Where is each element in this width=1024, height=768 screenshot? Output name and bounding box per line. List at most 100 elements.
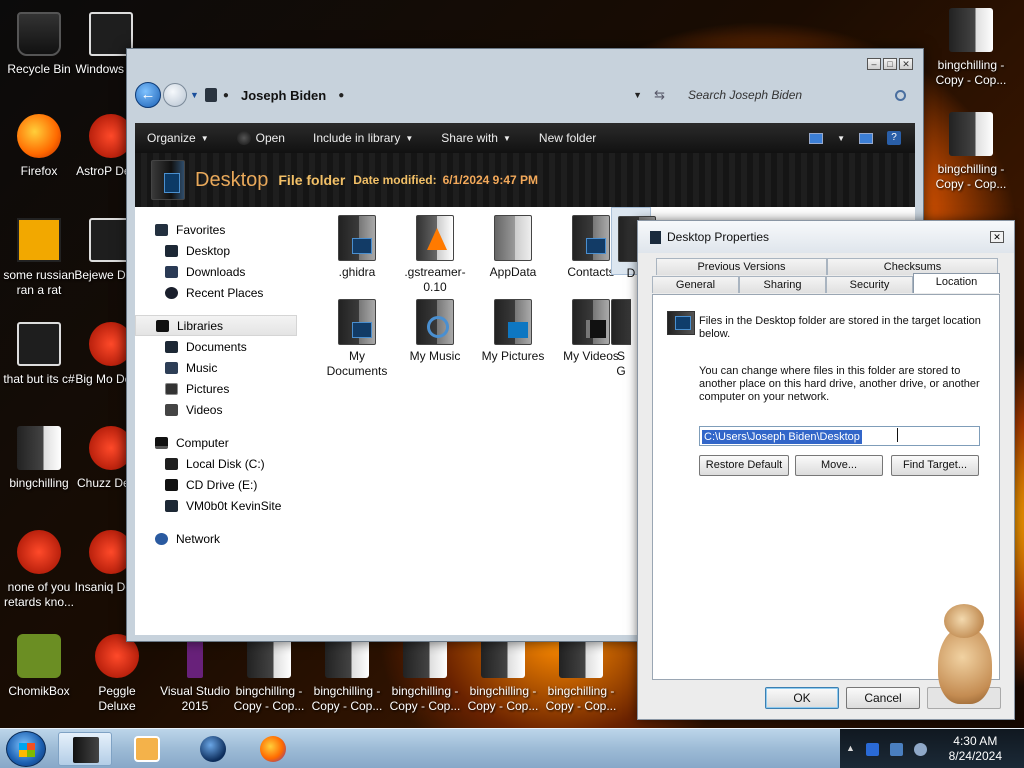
tab-security[interactable]: Security <box>826 276 913 293</box>
breadcrumb-chevron-icon[interactable]: ● <box>223 90 229 101</box>
include-in-library-button[interactable]: Include in library ▼ <box>313 131 413 145</box>
search-input[interactable]: Search Joseph Biden <box>681 84 913 106</box>
nav-label: Computer <box>176 435 229 450</box>
nav-music[interactable]: Music <box>135 357 297 378</box>
tab-general[interactable]: General <box>652 276 739 293</box>
nav-favorites[interactable]: Favorites <box>135 219 297 240</box>
desktop-icon-bingchilling-copy-1[interactable]: bingchilling - Copy - Cop... <box>230 634 308 714</box>
help-icon[interactable]: ? <box>887 131 901 145</box>
file-item[interactable]: My Music <box>397 291 473 364</box>
share-with-button[interactable]: Share with ▼ <box>441 131 511 145</box>
taskbar-explorer-button[interactable] <box>58 732 112 766</box>
desktop-icon-russian-rat[interactable]: some russian ran a rat <box>0 218 78 298</box>
documents-folder-icon <box>338 299 376 345</box>
folder-icon <box>338 215 376 261</box>
desktop-icon-chomikbox[interactable]: ChomikBox <box>0 634 78 699</box>
nav-computer[interactable]: Computer <box>135 432 297 453</box>
new-folder-button[interactable]: New folder <box>539 131 596 145</box>
address-dropdown-icon[interactable]: ▼ <box>633 90 642 100</box>
find-target-button[interactable]: Find Target... <box>891 455 979 476</box>
dialog-close-button[interactable]: ✕ <box>990 231 1004 243</box>
open-icon <box>236 131 251 145</box>
nav-label: Network <box>176 531 221 546</box>
navigation-pane[interactable]: Favorites Desktop Downloads Recent Place… <box>135 207 297 635</box>
dialog-titlebar[interactable]: Desktop Properties <box>638 221 1014 253</box>
desktop-icon-bingchilling-copy-3[interactable]: bingchilling - Copy - Cop... <box>386 634 464 714</box>
nav-network[interactable]: Network <box>135 528 297 549</box>
desktop-icon-bingchilling-copy-5[interactable]: bingchilling - Copy - Cop... <box>542 634 620 714</box>
desktop-icon-firefox[interactable]: Firefox <box>0 114 78 179</box>
show-hidden-icons-icon[interactable]: ▲ <box>846 743 855 753</box>
ok-button[interactable]: OK <box>765 687 839 709</box>
desktop-icon-label: bingchilling - Copy - Cop... <box>311 684 383 713</box>
desktop-icon-bingchilling-copy-right-2[interactable]: bingchilling - Copy - Cop... <box>932 112 1010 192</box>
move-button[interactable]: Move... <box>795 455 883 476</box>
desktop-icon-visual-studio[interactable]: Visual Studio 2015 <box>156 634 234 714</box>
nav-local-disk[interactable]: Local Disk (C:) <box>135 453 297 474</box>
nav-documents[interactable]: Documents <box>135 336 297 357</box>
file-item[interactable]: My Documents <box>319 291 395 379</box>
desktop-icon-csharp[interactable]: that but its c# <box>0 322 78 387</box>
nav-label: Desktop <box>186 243 231 258</box>
taskbar-media-player-button[interactable] <box>120 732 174 766</box>
tab-location[interactable]: Location <box>913 273 1000 293</box>
desktop-icon-recycle-bin[interactable]: Recycle Bin <box>0 12 78 77</box>
breadcrumb-item[interactable]: Joseph Biden <box>241 88 326 103</box>
nav-recent-places[interactable]: Recent Places <box>135 282 297 303</box>
location-info-text: Files in the Desktop folder are stored i… <box>699 315 981 340</box>
nav-desktop[interactable]: Desktop <box>135 240 297 261</box>
breadcrumb-chevron-icon[interactable]: ● <box>338 90 344 101</box>
nav-downloads[interactable]: Downloads <box>135 261 297 282</box>
tray-app-icon[interactable] <box>866 743 879 756</box>
file-item[interactable]: S G <box>611 291 631 379</box>
desktop-icon-bingchilling-copy-2[interactable]: bingchilling - Copy - Cop... <box>308 634 386 714</box>
desktop-icon-bingchilling-copy-4[interactable]: bingchilling - Copy - Cop... <box>464 634 542 714</box>
desktop-icon-label: bingchilling - Copy - Cop... <box>233 684 305 713</box>
cancel-button[interactable]: Cancel <box>846 687 920 709</box>
location-path-value: C:\Users\Joseph Biden\Desktop <box>702 430 862 444</box>
firefox-icon <box>17 114 61 158</box>
location-path-input[interactable]: C:\Users\Joseph Biden\Desktop <box>699 426 980 446</box>
nav-videos[interactable]: Videos <box>135 399 297 420</box>
history-dropdown-icon[interactable]: ▼ <box>190 90 199 100</box>
restore-default-button[interactable]: Restore Default <box>699 455 789 476</box>
file-item[interactable]: .ghidra <box>319 207 395 280</box>
maximize-button[interactable]: □ <box>883 58 897 70</box>
nav-pictures[interactable]: Pictures <box>135 378 297 399</box>
organize-button[interactable]: Organize ▼ <box>147 131 209 145</box>
desktop-icon-none-of-you[interactable]: none of you retards kno... <box>0 530 78 610</box>
back-button[interactable]: ← <box>135 82 161 108</box>
clock-time: 4:30 AM <box>953 734 998 748</box>
network-icon[interactable] <box>890 743 903 756</box>
preview-pane-icon[interactable] <box>859 132 873 144</box>
nav-cd-drive[interactable]: CD Drive (E:) <box>135 474 297 495</box>
desktop-icon-bingchilling-copy-right-1[interactable]: bingchilling - Copy - Cop... <box>932 8 1010 88</box>
chevron-down-icon[interactable]: ▼ <box>837 134 845 143</box>
nav-network-share[interactable]: VM0b0t KevinSite <box>135 495 297 516</box>
desktop-icon-label: that but its c# <box>3 372 75 386</box>
desktop-icon-peggle[interactable]: Peggle Deluxe <box>78 634 156 714</box>
close-button[interactable]: ✕ <box>899 58 913 70</box>
view-options-icon[interactable] <box>809 132 824 144</box>
tab-previous-versions[interactable]: Previous Versions <box>656 258 827 275</box>
start-button[interactable] <box>6 731 46 767</box>
nav-libraries[interactable]: Libraries <box>135 315 297 336</box>
tab-sharing[interactable]: Sharing <box>739 276 826 293</box>
taskbar-browser-button[interactable] <box>186 732 240 766</box>
forward-button[interactable] <box>163 83 187 107</box>
new-folder-label: New folder <box>538 131 597 145</box>
desktop-folder-icon <box>667 311 695 335</box>
clock[interactable]: 4:30 AM 8/24/2024 <box>949 734 1002 764</box>
volume-icon[interactable] <box>914 743 927 756</box>
file-item[interactable]: My Pictures <box>475 291 551 364</box>
file-item[interactable]: AppData <box>475 207 551 280</box>
minimize-button[interactable]: – <box>867 58 881 70</box>
libraries-icon <box>156 319 169 332</box>
open-button[interactable]: Open <box>236 131 285 145</box>
desktop-icon-bingchilling[interactable]: bingchilling <box>0 426 78 491</box>
taskbar-firefox-button[interactable] <box>246 732 300 766</box>
file-label: AppData <box>489 265 537 279</box>
refresh-icon[interactable]: ⇆ <box>654 87 665 103</box>
folder-icon <box>949 112 993 156</box>
file-item[interactable]: .gstreamer-0.10 <box>397 207 473 295</box>
